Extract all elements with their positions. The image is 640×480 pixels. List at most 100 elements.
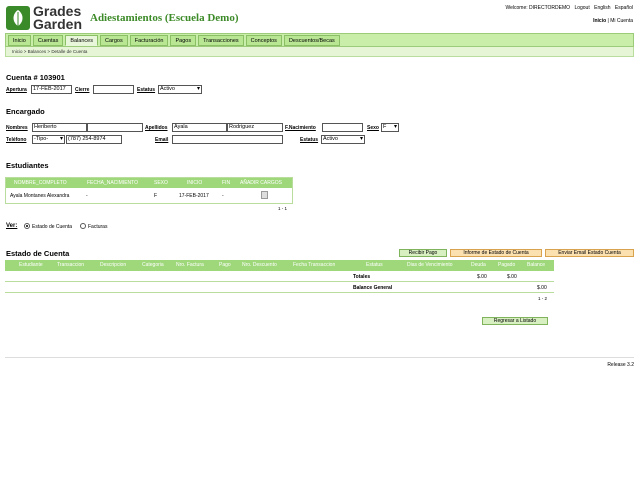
add-charge-icon[interactable] bbox=[261, 191, 268, 199]
welcome-text: Welcome: DIRECTORDEMO bbox=[505, 5, 571, 11]
mi-cuenta-link[interactable]: Mi Cuenta bbox=[610, 18, 633, 24]
sub-links: Inicio | Mi Cuenta bbox=[593, 18, 633, 24]
apertura-label: Apertura bbox=[6, 87, 27, 93]
col-balance[interactable]: Balance bbox=[527, 262, 545, 268]
cierre-input[interactable] bbox=[93, 85, 134, 94]
telefono-input[interactable]: (787) 254-8974 bbox=[66, 135, 122, 144]
radio-estado[interactable] bbox=[24, 223, 30, 229]
balance-label: Balance General bbox=[353, 285, 393, 291]
radio-facturas-label: Facturas bbox=[88, 224, 108, 230]
table-row[interactable]: Ayala Montanes Alexandra - F 17-FEB-2017… bbox=[6, 188, 292, 203]
col-fin[interactable]: FIN bbox=[222, 180, 230, 186]
nombre1-input[interactable]: Heriberto bbox=[32, 123, 87, 132]
breadcrumb: Inicio > Balances > Detalle de Cuenta bbox=[5, 47, 634, 57]
recibir-pago-button[interactable]: Recibir Pago bbox=[399, 249, 447, 257]
apellido2-input[interactable]: Rodriguez bbox=[227, 123, 283, 132]
col-descuento[interactable]: Nro. Descuento bbox=[242, 262, 277, 268]
cell-nombre: Ayala Montanes Alexandra bbox=[10, 193, 70, 199]
col-estatus[interactable]: Estatus bbox=[366, 262, 383, 268]
col-estudiante[interactable]: Estudiante bbox=[19, 262, 43, 268]
inicio-link[interactable]: Inicio bbox=[593, 18, 606, 24]
tab-conceptos[interactable]: Conceptos bbox=[245, 34, 282, 46]
enc-estatus-select[interactable]: Activo bbox=[321, 135, 365, 144]
ver-label: Ver: bbox=[6, 223, 18, 229]
totales-label: Totales bbox=[353, 274, 371, 280]
col-nombre[interactable]: NOMBRE_COMPLETO bbox=[14, 180, 67, 186]
tab-cuentas[interactable]: Cuentas bbox=[32, 34, 64, 46]
col-sexo[interactable]: SEXO bbox=[154, 180, 168, 186]
encargado-title: Encargado bbox=[6, 107, 45, 116]
tab-inicio[interactable]: Inicio bbox=[8, 34, 31, 46]
col-deuda[interactable]: Deuda bbox=[471, 262, 486, 268]
breadcrumb-balances[interactable]: Balances bbox=[28, 49, 47, 54]
nombres-label: Nombres bbox=[6, 125, 28, 131]
sexo-select[interactable]: F bbox=[381, 123, 399, 132]
col-factura[interactable]: Nro. Factura bbox=[176, 262, 204, 268]
espanol-link[interactable]: Español bbox=[615, 5, 633, 11]
estatus-select[interactable]: Activo bbox=[158, 85, 202, 94]
col-fecha-nac[interactable]: FECHA_NACIMIENTO bbox=[87, 180, 138, 186]
col-dias[interactable]: Dias de Vencimiento bbox=[407, 262, 453, 268]
breadcrumb-current: Detalle de Cuenta bbox=[51, 49, 88, 54]
tab-descuentos[interactable]: Descuentos/Becas bbox=[283, 34, 340, 46]
balance-row: Balance General $.00 bbox=[5, 282, 554, 293]
cuenta-title: Cuenta # 103901 bbox=[6, 73, 65, 82]
estudiantes-pager: 1 - 1 bbox=[278, 206, 288, 211]
tab-facturacion[interactable]: Facturación bbox=[129, 34, 169, 46]
telefono-label: Teléfono bbox=[6, 137, 27, 143]
logout-link[interactable]: Logout bbox=[574, 5, 589, 11]
col-pago[interactable]: Pago bbox=[219, 262, 231, 268]
totales-deuda: $.00 bbox=[477, 274, 487, 280]
balance-value: $.00 bbox=[537, 285, 547, 291]
nombre2-input[interactable] bbox=[87, 123, 143, 132]
col-descripcion[interactable]: Descripcion bbox=[100, 262, 126, 268]
email-label: Email bbox=[155, 137, 169, 143]
logo-icon bbox=[6, 6, 30, 30]
english-link[interactable]: English bbox=[594, 5, 610, 11]
cierre-label: Cierre bbox=[75, 87, 90, 93]
school-name: Adiestamientos (Escuela Demo) bbox=[90, 12, 239, 24]
page: Grades Garden Adiestamientos (Escuela De… bbox=[0, 0, 640, 480]
logo-text-2: Garden bbox=[33, 16, 83, 32]
breadcrumb-home[interactable]: Inicio bbox=[12, 49, 23, 54]
tab-transacciones[interactable]: Transacciones bbox=[198, 34, 244, 46]
estatus-label: Estatus bbox=[137, 87, 156, 93]
totales-pagado: $.00 bbox=[507, 274, 517, 280]
regresar-button[interactable]: Regresar a Listado bbox=[482, 317, 548, 325]
top-links: Welcome: DIRECTORDEMO Logout English Esp… bbox=[503, 5, 634, 11]
estado-pager: 1 - 2 bbox=[538, 296, 548, 301]
fnac-input[interactable] bbox=[322, 123, 363, 132]
apellidos-label: Apellidos bbox=[145, 125, 168, 131]
tab-balances[interactable]: Balances bbox=[65, 34, 98, 46]
col-anadir[interactable]: AÑADIR CARGOS bbox=[240, 180, 282, 186]
enviar-email-button[interactable]: Enviar Email Estado Cuenta bbox=[545, 249, 634, 257]
col-categoria[interactable]: Categoria bbox=[142, 262, 164, 268]
main-nav: Inicio Cuentas Balances Cargos Facturaci… bbox=[5, 33, 634, 47]
tab-pagos[interactable]: Pagos bbox=[170, 34, 197, 46]
cell-sexo: F bbox=[154, 193, 158, 199]
fnac-label: F.Nacimiento bbox=[285, 125, 316, 131]
estudiantes-title: Estudiantes bbox=[6, 161, 49, 170]
totales-row: Totales $.00 $.00 bbox=[5, 271, 554, 282]
email-input[interactable] bbox=[172, 135, 283, 144]
cell-fecha-nac: - bbox=[86, 193, 88, 199]
enc-estatus-label: Estatus bbox=[300, 137, 319, 143]
radio-estado-label: Estado de Cuenta bbox=[32, 224, 73, 230]
col-transaccion[interactable]: Transaccion bbox=[57, 262, 84, 268]
col-pagado[interactable]: Pagado bbox=[498, 262, 515, 268]
estudiantes-header: NOMBRE_COMPLETO FECHA_NACIMIENTO SEXO IN… bbox=[6, 178, 292, 188]
release-text: Release 3.2 bbox=[607, 362, 634, 368]
tab-cargos[interactable]: Cargos bbox=[99, 34, 128, 46]
tipo-select[interactable]: -Tipo- bbox=[32, 135, 65, 144]
footer-divider bbox=[5, 357, 634, 358]
apellido1-input[interactable]: Ayala bbox=[172, 123, 227, 132]
estado-header: Estudiante Transaccion Descripcion Categ… bbox=[5, 260, 554, 271]
col-fecha-trans[interactable]: Fecha Transaccion bbox=[293, 262, 335, 268]
radio-facturas[interactable] bbox=[80, 223, 86, 229]
col-inicio[interactable]: INICIO bbox=[187, 180, 202, 186]
informe-button[interactable]: Informe de Estado de Cuenta bbox=[450, 249, 542, 257]
apertura-input[interactable]: 17-FEB-2017 bbox=[31, 85, 72, 94]
cell-fin: - bbox=[222, 193, 224, 199]
estudiantes-table: NOMBRE_COMPLETO FECHA_NACIMIENTO SEXO IN… bbox=[5, 177, 293, 204]
sexo-label: Sexo bbox=[367, 125, 379, 131]
